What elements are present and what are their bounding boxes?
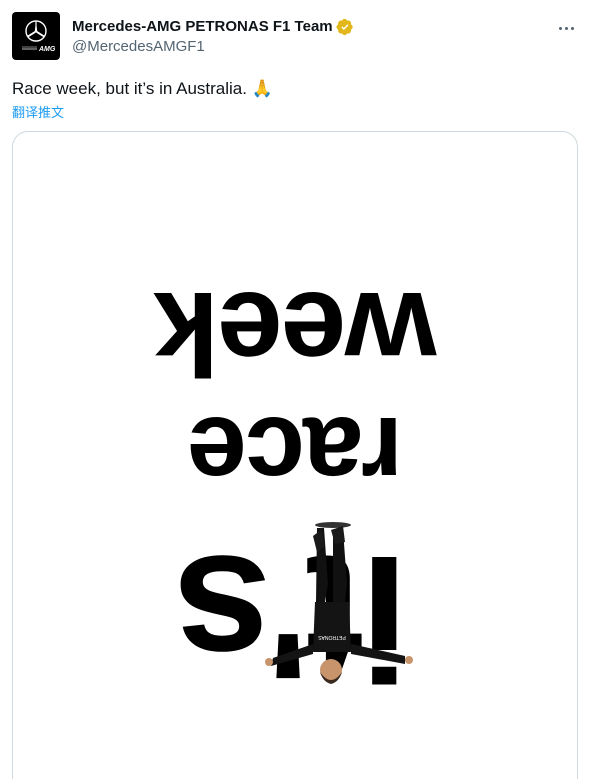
display-name[interactable]: Mercedes-AMG PETRONAS F1 Team	[72, 17, 333, 37]
account-names: Mercedes-AMG PETRONAS F1 Team @MercedesA…	[72, 12, 354, 57]
verified-badge-icon[interactable]	[336, 18, 354, 36]
shirt-text: PETRONAS	[318, 634, 346, 640]
display-name-row: Mercedes-AMG PETRONAS F1 Team	[72, 17, 354, 37]
media-word-its: it's	[177, 519, 408, 715]
tweet-header: AMG Mercedes-AMG PETRONAS F1 Team @Merce…	[12, 12, 580, 64]
tweet-media-image[interactable]: week race it's PETRONAS	[12, 131, 578, 779]
avatar-logo-text: AMG	[38, 46, 56, 53]
media-word-race: race	[189, 395, 403, 516]
translate-tweet-link[interactable]: 翻译推文	[12, 102, 64, 121]
avatar[interactable]: AMG	[12, 12, 60, 60]
account-handle[interactable]: @MercedesAMGF1	[72, 37, 354, 57]
mercedes-star-icon: AMG	[22, 20, 56, 53]
tweet-card: AMG Mercedes-AMG PETRONAS F1 Team @Merce…	[0, 0, 592, 779]
more-options-icon[interactable]	[554, 18, 578, 38]
media-word-week: week	[153, 267, 437, 399]
tweet-text: Race week, but it’s in Australia. 🙏	[12, 79, 273, 98]
